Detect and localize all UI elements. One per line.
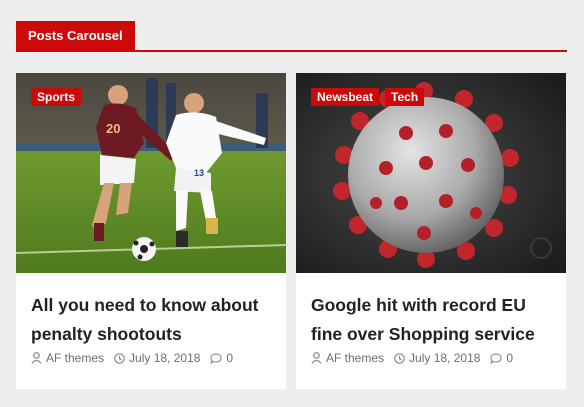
- post-meta: AF themes July 18, 2018 0: [311, 351, 523, 365]
- category-tags: Sports: [31, 88, 82, 106]
- post-thumbnail[interactable]: 20 13 Sports: [16, 73, 286, 273]
- post-comments[interactable]: 0: [490, 351, 513, 365]
- comment-count[interactable]: 0: [506, 351, 513, 365]
- category-tag[interactable]: Tech: [385, 88, 425, 106]
- clock-icon: [114, 352, 125, 364]
- comment-icon: [210, 352, 222, 364]
- post-comments[interactable]: 0: [210, 351, 233, 365]
- category-tags: Newsbeat Tech: [311, 88, 425, 106]
- svg-text:20: 20: [106, 121, 120, 136]
- author-name[interactable]: AF themes: [326, 351, 384, 365]
- post-title[interactable]: All you need to know about penalty shoot…: [31, 291, 276, 349]
- user-icon: [311, 352, 322, 364]
- post-title[interactable]: Google hit with record EU fine over Shop…: [311, 291, 556, 349]
- section-title: Posts Carousel: [16, 21, 135, 50]
- post-author[interactable]: AF themes: [311, 351, 384, 365]
- user-icon: [31, 352, 42, 364]
- post-date: July 18, 2018: [114, 351, 200, 365]
- clock-icon: [394, 352, 405, 364]
- comment-count[interactable]: 0: [226, 351, 233, 365]
- post-date: July 18, 2018: [394, 351, 480, 365]
- post-card[interactable]: 20 13 Sports All you need to know about …: [16, 73, 286, 389]
- comment-icon: [490, 352, 502, 364]
- svg-text:13: 13: [194, 168, 204, 178]
- date-text: July 18, 2018: [129, 351, 201, 365]
- post-author[interactable]: AF themes: [31, 351, 104, 365]
- post-card[interactable]: Newsbeat Tech Google hit with record EU …: [296, 73, 566, 389]
- post-meta: AF themes July 18, 2018 0: [31, 351, 243, 365]
- section-header: Posts Carousel: [16, 21, 567, 52]
- category-tag[interactable]: Sports: [31, 88, 82, 106]
- date-text: July 18, 2018: [409, 351, 481, 365]
- post-thumbnail[interactable]: Newsbeat Tech: [296, 73, 566, 273]
- author-name[interactable]: AF themes: [46, 351, 104, 365]
- category-tag[interactable]: Newsbeat: [311, 88, 380, 106]
